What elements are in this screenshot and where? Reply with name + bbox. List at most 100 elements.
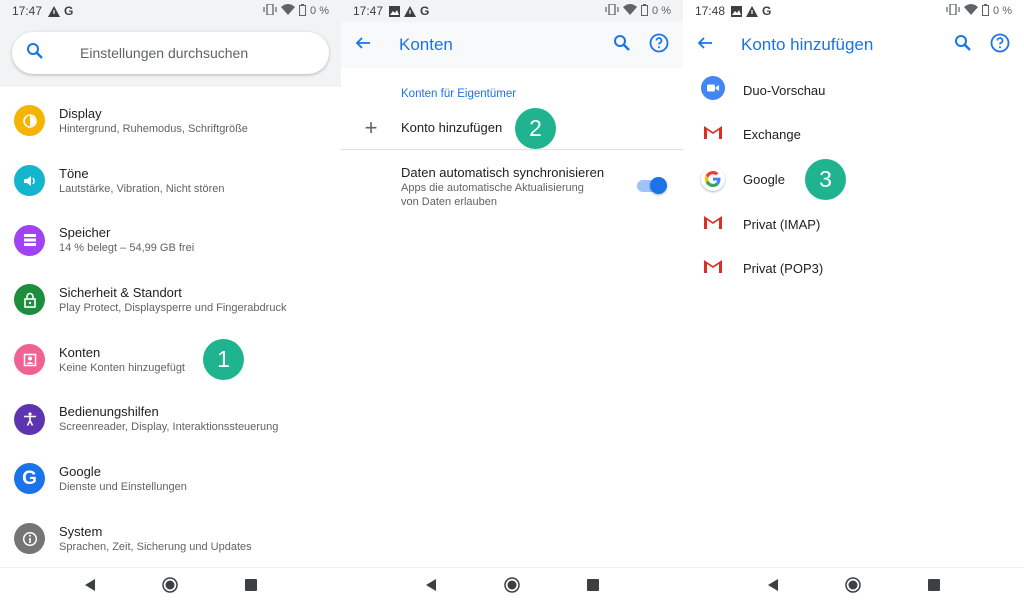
- settings-item-subtitle: Screenreader, Display, Interaktionssteue…: [59, 421, 279, 434]
- help-icon[interactable]: [649, 33, 669, 58]
- home-nav-icon[interactable]: [845, 577, 862, 598]
- back-nav-icon[interactable]: [83, 578, 97, 597]
- settings-item-accessibility[interactable]: Bedienungshilfen Screenreader, Display, I…: [0, 389, 341, 449]
- settings-item-subtitle: Keine Konten hinzugefügt: [59, 361, 185, 374]
- gmail-icon: [703, 124, 723, 145]
- search-area: Einstellungen durchsuchen: [0, 22, 341, 87]
- nav-bar: [683, 567, 1024, 607]
- settings-list: Display Hintergrund, Ruhemodus, Schriftgr…: [0, 87, 341, 569]
- home-nav-icon[interactable]: [504, 577, 520, 598]
- account-type-label: Exchange: [743, 127, 801, 143]
- warning-icon: [746, 5, 759, 17]
- plus-icon: +: [364, 114, 378, 140]
- sync-subtitle: von Daten erlauben: [401, 196, 498, 208]
- add-account-panel: 17:48 G 0 % Konto hinzufügen Duo-Vorscha…: [683, 0, 1024, 607]
- warning-icon: [48, 5, 61, 17]
- step-badge-2: 2: [515, 108, 556, 149]
- settings-search-box[interactable]: Einstellungen durchsuchen: [12, 32, 329, 74]
- settings-item-subtitle: Lautstärke, Vibration, Nicht stören: [59, 182, 225, 195]
- settings-item-system[interactable]: System Sprachen, Zeit, Sicherung und Upda…: [0, 509, 341, 569]
- wifi-icon: [964, 4, 979, 18]
- account-type-imap[interactable]: Privat (IMAP): [683, 202, 1024, 247]
- settings-item-storage[interactable]: Speicher 14 % belegt – 54,99 GB frei: [0, 210, 341, 270]
- settings-item-title: Display: [59, 105, 102, 121]
- status-bar: 17:47 G 0 %: [341, 0, 683, 22]
- section-header: Konten für Eigentümer: [401, 88, 517, 100]
- storage-icon: [14, 224, 45, 256]
- account-type-google[interactable]: Google 3: [683, 157, 1024, 202]
- account-type-label: Google: [743, 171, 785, 187]
- display-icon: [14, 105, 45, 137]
- nav-bar: [0, 567, 341, 607]
- vibrate-icon: [263, 3, 277, 18]
- account-type-label: Privat (IMAP): [743, 216, 821, 232]
- status-time: 17:47: [12, 4, 43, 18]
- settings-item-security[interactable]: Sicherheit & Standort Play Protect, Displ…: [0, 270, 341, 330]
- image-icon: [731, 5, 743, 17]
- settings-panel: 17:47 G 0 % Einstellungen durchsuchen Di…: [0, 0, 341, 607]
- back-nav-icon[interactable]: [424, 578, 438, 597]
- status-bar: 17:47 G 0 %: [0, 0, 341, 22]
- app-bar: Konten: [341, 22, 683, 68]
- accounts-panel: 17:47 G 0 % Konten Konten für Eigentümer…: [341, 0, 683, 607]
- settings-item-subtitle: Dienste und Einstellungen: [59, 480, 187, 493]
- settings-item-title: System: [59, 523, 103, 539]
- vibrate-icon: [946, 3, 960, 18]
- google-status-icon: G: [64, 4, 74, 18]
- back-nav-icon[interactable]: [766, 578, 780, 597]
- settings-item-title: Töne: [59, 165, 89, 181]
- add-account-row[interactable]: + Konto hinzufügen 2: [341, 106, 683, 150]
- accessibility-icon: [14, 403, 45, 435]
- search-placeholder: Einstellungen durchsuchen: [80, 45, 249, 61]
- warning-icon: [404, 5, 417, 17]
- settings-item-title: Konten: [59, 344, 101, 360]
- battery-percent: 0 %: [310, 5, 329, 17]
- settings-item-display[interactable]: Display Hintergrund, Ruhemodus, Schriftgr…: [0, 91, 341, 151]
- settings-item-sound[interactable]: Töne Lautstärke, Vibration, Nicht stören: [0, 151, 341, 211]
- recents-nav-icon[interactable]: [244, 578, 258, 597]
- settings-item-title: Sicherheit & Standort: [59, 284, 182, 300]
- account-type-pop3[interactable]: Privat (POP3): [683, 246, 1024, 291]
- app-bar: Konto hinzufügen: [683, 22, 1024, 68]
- wifi-icon: [281, 4, 296, 18]
- settings-item-title: Bedienungshilfen: [59, 404, 159, 420]
- auto-sync-row[interactable]: Daten automatisch synchronisieren Apps d…: [341, 150, 683, 209]
- settings-item-accounts[interactable]: Konten Keine Konten hinzugefügt 1: [0, 330, 341, 390]
- recents-nav-icon[interactable]: [586, 578, 600, 597]
- step-badge-3: 3: [805, 159, 846, 201]
- google-g-icon: [701, 167, 725, 192]
- battery-icon: [641, 3, 649, 19]
- step-badge-1: 1: [203, 338, 244, 380]
- status-time: 17:48: [695, 4, 726, 18]
- settings-item-subtitle: Sprachen, Zeit, Sicherung und Updates: [59, 540, 252, 553]
- back-arrow-icon[interactable]: [355, 35, 371, 56]
- help-icon[interactable]: [990, 33, 1010, 58]
- settings-item-google[interactable]: G Google Dienste und Einstellungen: [0, 449, 341, 509]
- recents-nav-icon[interactable]: [927, 578, 941, 597]
- status-bar: 17:48 G 0 %: [683, 0, 1024, 22]
- gmail-icon: [703, 258, 723, 279]
- account-type-exchange[interactable]: Exchange: [683, 113, 1024, 158]
- battery-percent: 0 %: [993, 5, 1012, 17]
- sync-subtitle: Apps die automatische Aktualisierung: [401, 182, 584, 194]
- settings-item-subtitle: 14 % belegt – 54,99 GB frei: [59, 242, 195, 255]
- google-status-icon: G: [762, 4, 772, 18]
- google-icon: G: [14, 463, 45, 495]
- battery-icon: [299, 3, 307, 19]
- settings-item-subtitle: Play Protect, Displaysperre und Fingerab…: [59, 301, 287, 314]
- auto-sync-toggle[interactable]: [637, 177, 667, 194]
- gmail-icon: [703, 214, 723, 235]
- sound-icon: [14, 165, 45, 197]
- home-nav-icon[interactable]: [162, 577, 179, 598]
- account-type-duo[interactable]: Duo-Vorschau: [683, 68, 1024, 113]
- sync-title: Daten automatisch synchronisieren: [401, 165, 605, 180]
- google-status-icon: G: [420, 4, 430, 18]
- search-icon[interactable]: [954, 34, 972, 57]
- duo-icon: [701, 75, 725, 105]
- search-icon[interactable]: [613, 34, 631, 57]
- add-account-label: Konto hinzufügen: [401, 120, 503, 135]
- battery-icon: [982, 3, 990, 19]
- info-icon: [14, 523, 45, 555]
- settings-item-title: Speicher: [59, 225, 111, 241]
- back-arrow-icon[interactable]: [697, 35, 713, 56]
